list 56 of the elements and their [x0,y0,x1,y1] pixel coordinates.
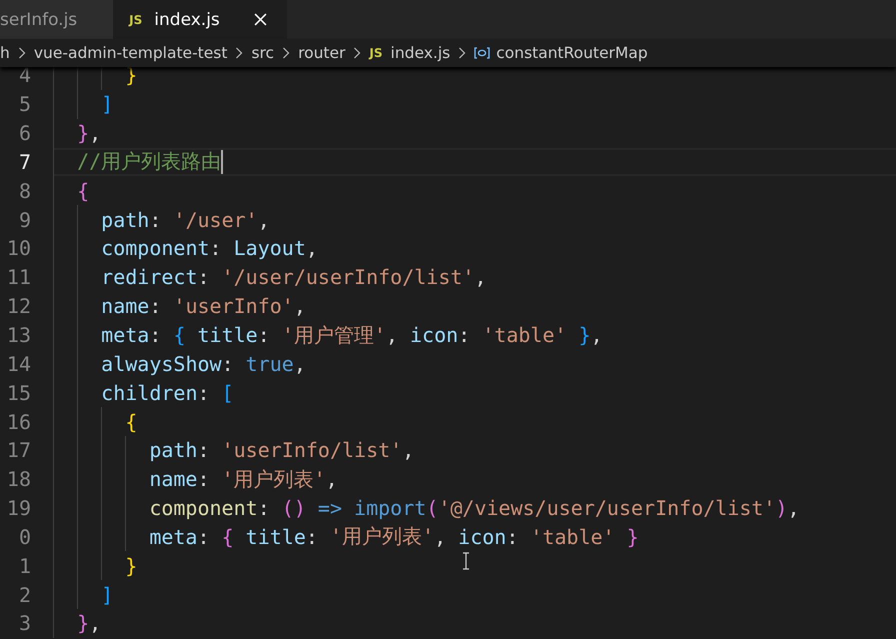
breadcrumb-item[interactable]: constantRouterMap [474,44,648,62]
code-line: alwaysShow: true, [101,352,306,376]
ibeam-cursor-icon [462,552,470,570]
line-number: 17 [6,438,31,462]
chevron-right-icon [235,47,244,59]
code-line: component: Layout, [101,236,318,260]
line-number: 7 [18,150,31,174]
code-line: } [125,63,138,88]
code-line: }, [77,121,102,146]
line-number: 19 [6,496,31,520]
code-line: path: 'userInfo/list', [149,438,414,462]
line-number: 8 [18,178,31,203]
code-line: { [125,410,138,434]
line-number: 1 [18,554,31,578]
line-number: 13 [6,323,31,348]
code-line: children: [ [101,380,234,405]
line-number: 2 [18,582,31,607]
code-line: ] [101,582,114,607]
code-line: name: 'userInfo', [101,294,306,318]
line-number: 3 [18,611,31,636]
code-line: { [77,178,90,203]
code-line: name: '用户列表', [149,466,338,493]
breadcrumb-item[interactable]: h [0,44,10,62]
line-number: 14 [6,352,31,376]
editor-tab[interactable]: JS index.js [113,0,287,39]
code-line: meta: { title: '用户管理', icon: 'table' }, [101,322,603,349]
line-number: 12 [6,294,31,318]
code-line: ] [101,92,114,116]
editor-tab[interactable]: serInfo.js [0,0,114,39]
line-number: 10 [6,236,31,260]
chevron-right-icon [353,47,362,59]
line-number: 5 [18,92,31,116]
code-line: } [125,554,138,578]
breadcrumb-item[interactable]: src [251,44,274,62]
chevron-right-icon [282,47,290,59]
line-number: 18 [6,467,31,492]
code-line: //用户列表路由 [77,148,224,176]
chevron-right-icon [458,47,466,59]
breadcrumb-item[interactable]: JS index.js [369,44,450,62]
code-line: redirect: '/user/userInfo/list', [101,265,486,290]
breadcrumb-item[interactable]: router [298,44,346,62]
close-icon[interactable] [254,13,267,26]
line-number: 11 [6,265,31,290]
line-number: 4 [18,63,31,88]
code-line: }, [77,611,102,636]
code-line: meta: { title: '用户列表', icon: 'table' } [149,523,639,550]
code-line: path: '/user', [101,208,270,232]
line-number: 0 [18,524,31,549]
line-number: 16 [6,410,31,434]
line-number: 6 [18,121,31,146]
line-number: 9 [18,208,31,232]
chevron-right-icon [18,47,26,59]
symbol-icon [474,47,490,59]
breadcrumb-item[interactable]: vue-admin-template-test [34,44,228,62]
code-line: component: () => import('@/views/user/userInfo/list'), [149,496,800,520]
line-number: 15 [6,380,31,405]
